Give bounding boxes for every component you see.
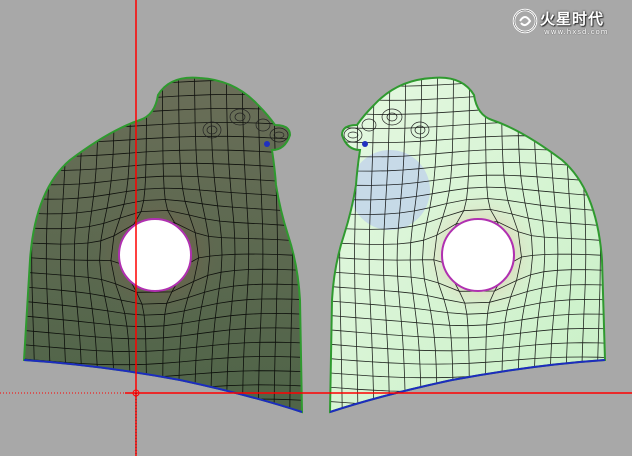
- uv-edge: [325, 70, 327, 416]
- watermark-text: 火星时代: [540, 10, 605, 28]
- uv-edge: [330, 79, 605, 87]
- uv-editor-viewport[interactable]: 火星时代 www.hxsd.com: [0, 0, 632, 456]
- uv-shell-right[interactable]: [325, 66, 616, 420]
- uv-edge: [20, 66, 306, 72]
- uv-edge: [17, 70, 20, 416]
- uv-edge: [19, 413, 305, 420]
- swirl-logo-icon: [512, 8, 538, 34]
- uv-hole-left: [118, 218, 192, 292]
- uv-edge: [327, 66, 613, 72]
- uv-shell-left[interactable]: [17, 66, 308, 420]
- uv-edge: [612, 69, 615, 415]
- uv-hole-right: [441, 218, 515, 292]
- uv-canvas[interactable]: [0, 0, 632, 456]
- watermark-url: www.hxsd.com: [544, 28, 609, 36]
- uv-edge: [327, 413, 613, 419]
- uv-edge: [24, 79, 302, 87]
- watermark-logo: 火星时代 www.hxsd.com: [510, 6, 622, 38]
- uv-edge: [305, 69, 307, 415]
